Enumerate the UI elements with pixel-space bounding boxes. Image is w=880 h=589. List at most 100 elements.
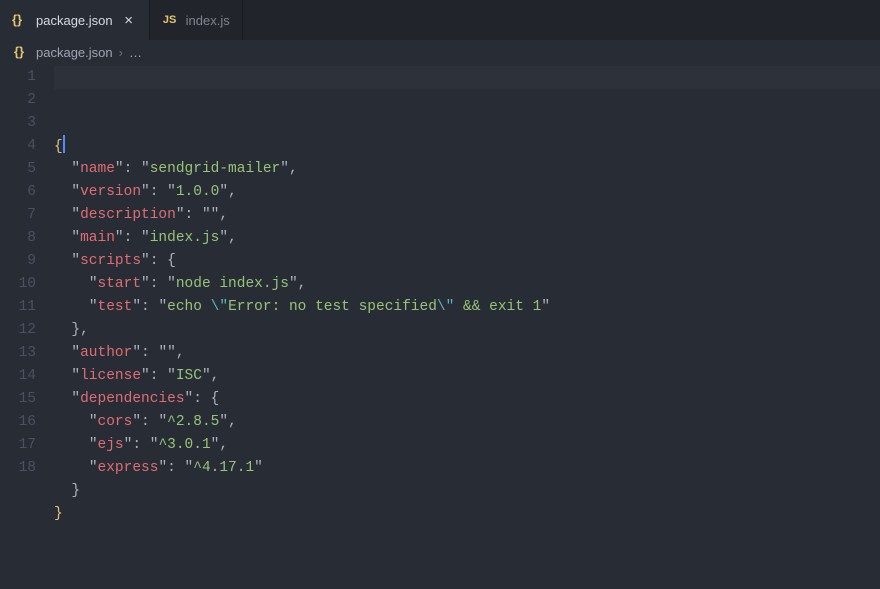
token: : — [150, 276, 167, 292]
token: sendgrid-mailer — [150, 161, 281, 177]
token: " — [202, 207, 211, 223]
token: " — [141, 230, 150, 246]
tab-package-json[interactable]: {} package.json × — [0, 0, 150, 40]
token: : — [141, 299, 158, 315]
line-number: 16 — [0, 411, 36, 434]
line-gutter: 123456789101112131415161718 — [0, 64, 54, 589]
code-line[interactable]: "description": "", — [54, 204, 880, 227]
token: " — [167, 276, 176, 292]
token: " — [158, 414, 167, 430]
token: " — [115, 161, 124, 177]
token: echo — [167, 299, 211, 315]
close-icon[interactable]: × — [121, 12, 137, 28]
code-line[interactable]: "version": "1.0.0", — [54, 181, 880, 204]
svg-text:{}: {} — [14, 44, 24, 59]
code-line[interactable]: "scripts": { — [54, 250, 880, 273]
token: } — [71, 483, 80, 499]
code-line[interactable]: "dependencies": { — [54, 388, 880, 411]
token: " — [89, 276, 98, 292]
token: : — [193, 391, 210, 407]
chevron-right-icon: › — [119, 45, 123, 60]
code-line[interactable]: "start": "node index.js", — [54, 273, 880, 296]
line-number: 10 — [0, 273, 36, 296]
token: , — [176, 345, 185, 361]
token: " — [219, 414, 228, 430]
token: index.js — [150, 230, 220, 246]
token: scripts — [80, 253, 141, 269]
token: , — [228, 414, 237, 430]
code-area[interactable]: { "name": "sendgrid-mailer", "version": … — [54, 64, 880, 589]
code-line[interactable]: "cors": "^2.8.5", — [54, 411, 880, 434]
token: , — [219, 437, 228, 453]
code-line[interactable]: "license": "ISC", — [54, 365, 880, 388]
code-line[interactable]: "name": "sendgrid-mailer", — [54, 158, 880, 181]
breadcrumb-ellipsis: … — [129, 45, 142, 60]
vertical-scrollbar[interactable] — [868, 64, 880, 589]
token: " — [71, 230, 80, 246]
token: : — [124, 161, 141, 177]
token: " — [89, 460, 98, 476]
token: cors — [98, 414, 133, 430]
tab-label: index.js — [186, 13, 230, 28]
token: ^2.8.5 — [167, 414, 219, 430]
token: test — [98, 299, 133, 315]
token: " — [89, 299, 98, 315]
active-line-highlight — [54, 66, 880, 89]
code-line[interactable]: "ejs": "^3.0.1", — [54, 434, 880, 457]
token: , — [228, 230, 237, 246]
js-icon: JS — [162, 12, 178, 28]
token: " — [71, 184, 80, 200]
token: " — [185, 460, 194, 476]
line-number: 3 — [0, 112, 36, 135]
token: { — [167, 253, 176, 269]
text-cursor — [63, 135, 65, 153]
code-line[interactable]: }, — [54, 319, 880, 342]
code-line[interactable]: "main": "index.js", — [54, 227, 880, 250]
token: , — [219, 207, 228, 223]
token: dependencies — [80, 391, 184, 407]
breadcrumb-file: package.json — [36, 45, 113, 60]
tab-label: package.json — [36, 13, 113, 28]
token: express — [98, 460, 159, 476]
token: { — [211, 391, 220, 407]
token: " — [71, 391, 80, 407]
line-number: 7 — [0, 204, 36, 227]
token: " — [158, 299, 167, 315]
breadcrumb[interactable]: {} package.json › … — [0, 40, 880, 64]
token: \" — [211, 299, 228, 315]
token: " — [176, 207, 185, 223]
token: name — [80, 161, 115, 177]
tab-bar: {} package.json × JS index.js — [0, 0, 880, 40]
token: " — [280, 161, 289, 177]
token: " — [132, 299, 141, 315]
code-line[interactable]: { — [54, 135, 880, 158]
token: : — [150, 253, 167, 269]
token: : — [185, 207, 202, 223]
code-line[interactable] — [54, 526, 880, 549]
token: " — [89, 437, 98, 453]
token: ejs — [98, 437, 124, 453]
code-line[interactable]: } — [54, 480, 880, 503]
line-number: 14 — [0, 365, 36, 388]
token: node index.js — [176, 276, 289, 292]
tab-index-js[interactable]: JS index.js — [150, 0, 243, 40]
token: " — [71, 207, 80, 223]
token: " — [71, 345, 80, 361]
code-line[interactable]: "author": "", — [54, 342, 880, 365]
token: version — [80, 184, 141, 200]
code-line[interactable]: "express": "^4.17.1" — [54, 457, 880, 480]
code-line[interactable]: "test": "echo \"Error: no test specified… — [54, 296, 880, 319]
line-number: 12 — [0, 319, 36, 342]
code-editor[interactable]: 123456789101112131415161718 { "name": "s… — [0, 64, 880, 589]
token: : — [167, 460, 184, 476]
line-number: 11 — [0, 296, 36, 319]
svg-text:{}: {} — [12, 12, 22, 27]
token: " — [141, 253, 150, 269]
line-number: 13 — [0, 342, 36, 365]
line-number: 5 — [0, 158, 36, 181]
code-line[interactable]: } — [54, 503, 880, 526]
token: " — [185, 391, 194, 407]
token: } — [71, 322, 80, 338]
token: : — [124, 230, 141, 246]
line-number: 6 — [0, 181, 36, 204]
